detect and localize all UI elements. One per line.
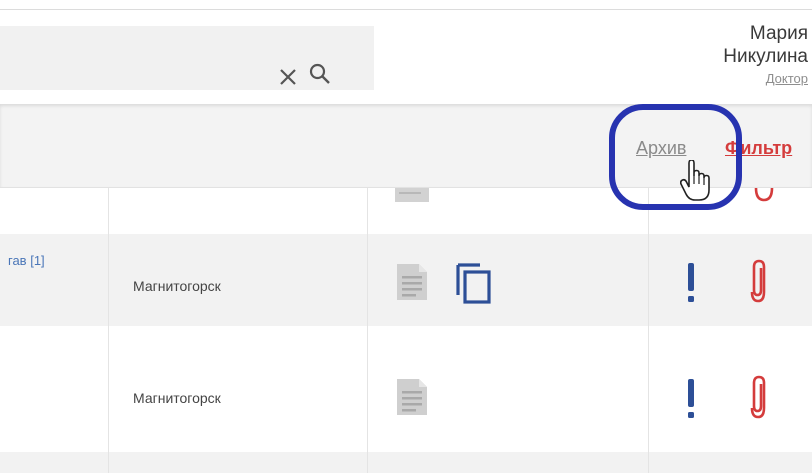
table-row[interactable]: гав [1] Магнитогорск (0, 234, 812, 326)
column-divider (108, 188, 109, 473)
user-first-name: Мария (749, 23, 808, 44)
document-icon[interactable] (395, 262, 429, 302)
document-icon[interactable] (393, 188, 433, 206)
search-input[interactable] (10, 42, 270, 72)
paperclip-icon[interactable] (746, 258, 770, 304)
alert-icon[interactable] (684, 261, 698, 305)
divider (0, 9, 812, 10)
search-bar[interactable] (0, 26, 374, 90)
copy-icon[interactable] (454, 261, 492, 305)
highlight-ring (609, 104, 742, 210)
patient-name-link[interactable]: гав [1] (8, 253, 45, 268)
user-role-link[interactable]: Доктор (723, 70, 808, 88)
table-row[interactable] (0, 452, 812, 473)
city-cell: Магнитогорск (133, 278, 221, 294)
paperclip-icon[interactable] (746, 374, 770, 420)
page: Мария Никулина Доктор Архив Фильтр гав [… (0, 0, 812, 473)
hand-cursor-icon (680, 160, 710, 201)
column-divider (648, 188, 649, 473)
results-table: гав [1] Магнитогорск Магнитогорск (0, 188, 812, 473)
user-last-name: Никулина (723, 46, 808, 67)
clear-icon[interactable] (277, 66, 299, 88)
city-cell: Магнитогорск (133, 390, 221, 406)
alert-icon[interactable] (684, 377, 698, 421)
table-row[interactable]: Магнитогорск (0, 326, 812, 452)
paperclip-icon[interactable] (752, 188, 776, 202)
search-icon[interactable] (308, 62, 332, 86)
user-info: Мария Никулина Доктор (723, 22, 808, 88)
document-icon[interactable] (395, 377, 429, 417)
column-divider (367, 188, 368, 473)
